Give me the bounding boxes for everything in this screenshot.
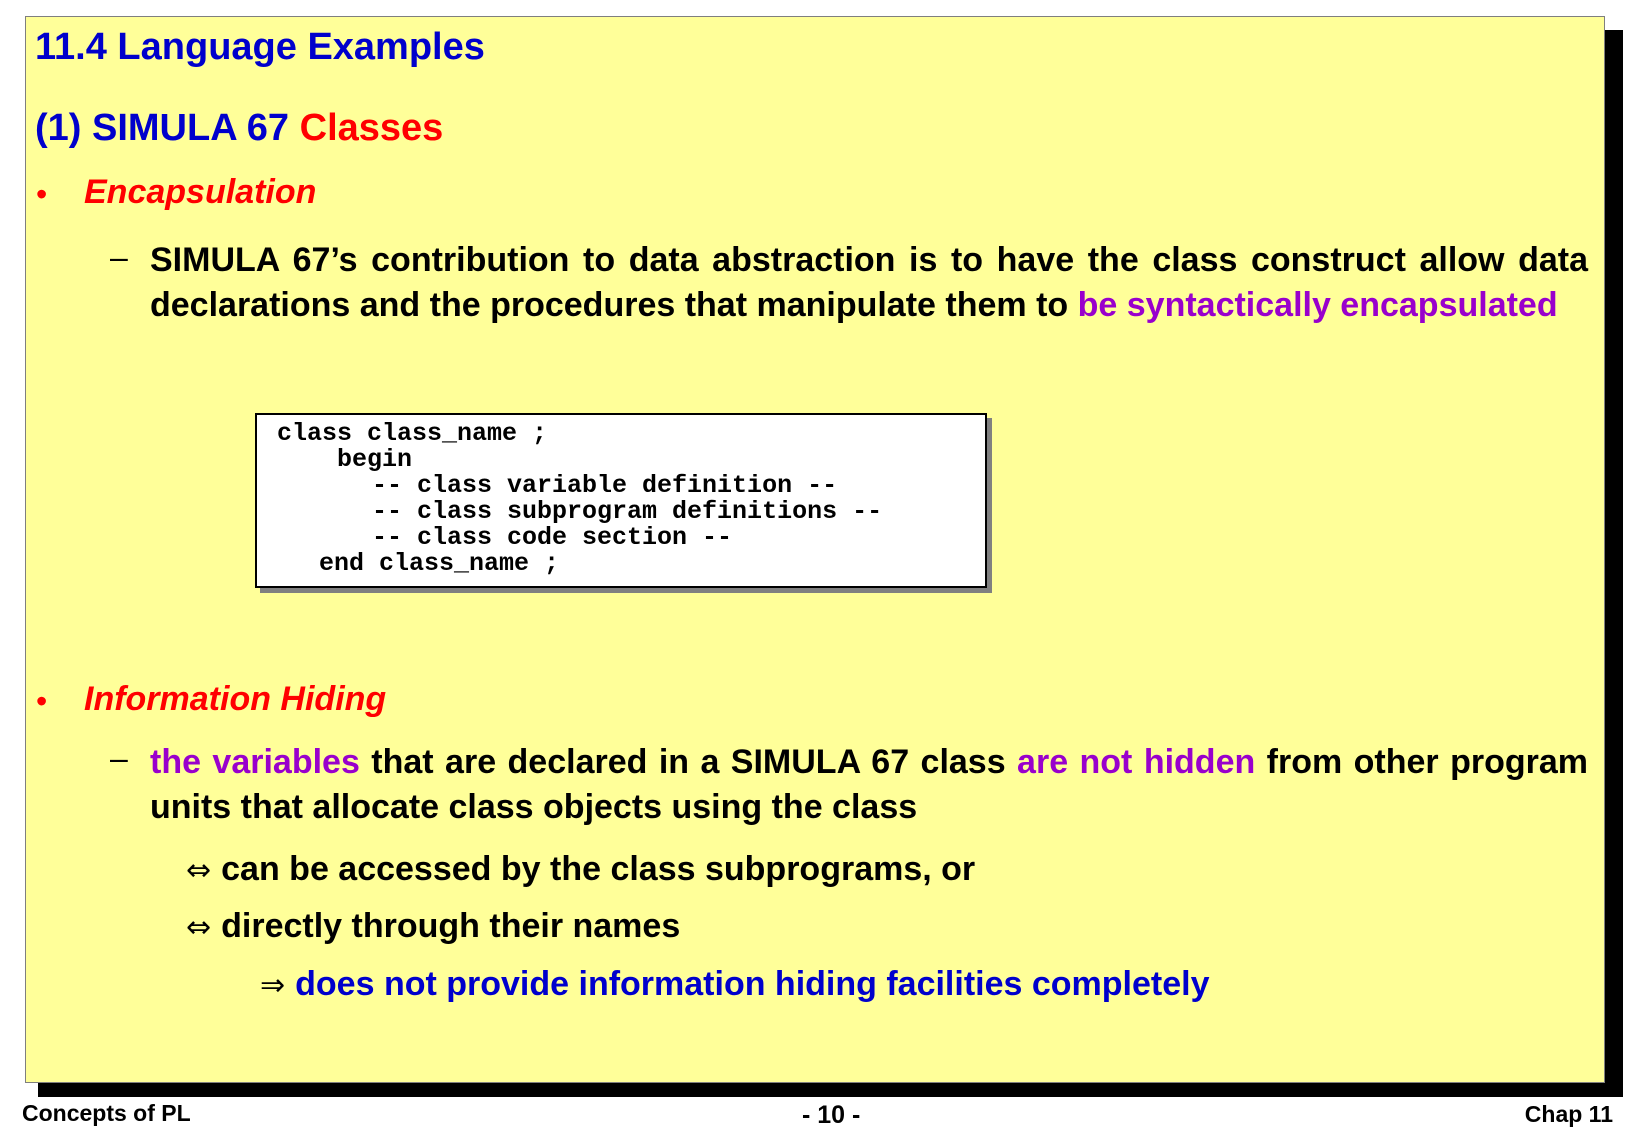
section-heading-prefix: (1) SIMULA 67 (35, 107, 290, 149)
info-hiding-highlight-not-hidden: are not hidden (1017, 743, 1256, 781)
conclusion: ⇒ does not provide information hiding fac… (260, 965, 1209, 1004)
encapsulation-highlight: be syntactically encapsulated (1077, 286, 1558, 324)
double-arrow-icon: ⇔ (186, 910, 212, 945)
code-line: -- class code section -- (372, 523, 733, 552)
slide-title: 11.4 Language Examples (35, 26, 485, 68)
info-hiding-highlight-variables: the variables (150, 743, 360, 781)
access-item-text: directly through their names (221, 907, 681, 945)
access-item: ⇔ directly through their names (186, 907, 680, 946)
double-arrow-icon: ⇔ (186, 853, 212, 888)
section-heading-highlight: Classes (299, 107, 444, 149)
code-line: end class_name ; (319, 549, 560, 578)
bullet-encapsulation: Encapsulation (84, 173, 317, 211)
access-item-text: can be accessed by the class subprograms… (221, 850, 976, 888)
section-heading: (1) SIMULA 67 Classes (35, 107, 443, 150)
code-line: -- class subprogram definitions -- (372, 497, 883, 526)
implies-arrow-icon: ⇒ (260, 968, 286, 1003)
info-hiding-text: that are declared in a SIMULA 67 class (359, 743, 1018, 781)
encapsulation-description: SIMULA 67’s contribution to data abstrac… (150, 238, 1588, 328)
access-item: ⇔ can be accessed by the class subprogram… (186, 850, 975, 889)
bullet-information-hiding: Information Hiding (84, 680, 387, 718)
page-number: - 10 - (802, 1101, 861, 1129)
information-hiding-description: the variables that are declared in a SIM… (150, 740, 1588, 830)
dash-marker: – (110, 740, 128, 776)
footer-right: Chap 11 (1524, 1101, 1613, 1127)
code-box: class class_name ; begin -- class variab… (255, 413, 987, 588)
code-line: begin (337, 445, 413, 474)
code-line: -- class variable definition -- (372, 471, 838, 500)
code-line: class class_name ; (277, 419, 548, 448)
dash-marker: – (110, 239, 128, 275)
bullet-marker: • (36, 683, 48, 719)
footer-left: Concepts of PL (22, 1100, 191, 1126)
conclusion-text: does not provide information hiding faci… (295, 965, 1210, 1003)
bullet-marker: • (36, 176, 48, 212)
